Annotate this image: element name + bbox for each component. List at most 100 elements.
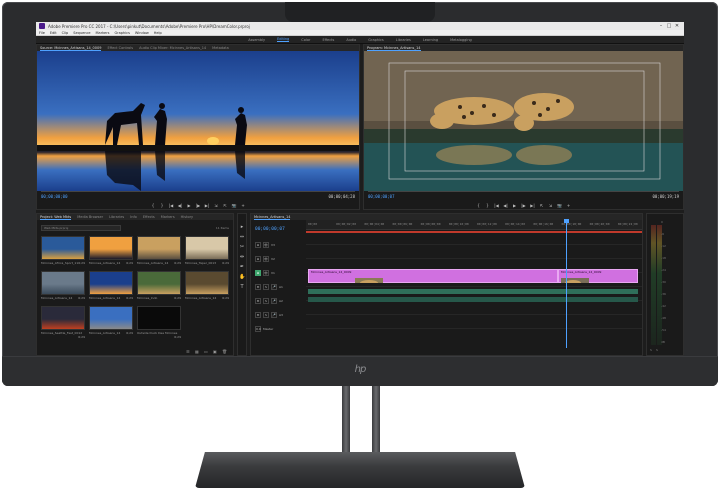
program-transport-button-4[interactable]: ▶ xyxy=(512,203,517,208)
project-clip-item[interactable]: Mcinnes_Artisans_14 6;29 xyxy=(89,306,133,338)
list-view-icon[interactable]: ☰ xyxy=(186,349,191,354)
workspace-tab-effects[interactable]: Effects xyxy=(322,38,334,42)
source-tab-3[interactable]: Metadata xyxy=(212,46,229,50)
source-transport-button-2[interactable]: |◀ xyxy=(169,203,174,208)
workspace-tab-graphics[interactable]: Graphics xyxy=(368,38,383,42)
source-transport-button-7[interactable]: ⇲ xyxy=(214,203,219,208)
project-clip-item[interactable]: Mcinnes_Artisans_14 6;29 xyxy=(89,271,133,303)
project-tab-1[interactable]: Media Browser xyxy=(77,215,103,219)
icon-view-icon[interactable]: ▦ xyxy=(195,349,200,354)
source-transport-button-0[interactable]: { xyxy=(151,203,156,208)
project-clip-item[interactable]: Mcinnes_Seattle_Fest_0012 6;29 xyxy=(41,306,85,339)
track-toggle-button[interactable]: ⊕ xyxy=(255,270,261,276)
menu-item-clip[interactable]: Clip xyxy=(62,31,69,35)
tab-timeline-sequence[interactable]: Mcinnes_Artisans_14 xyxy=(254,215,291,220)
track-lane[interactable] xyxy=(306,247,642,259)
track-toggle-button[interactable]: 0.0 xyxy=(255,326,261,332)
source-transport-button-10[interactable]: + xyxy=(241,203,246,208)
project-tab-2[interactable]: Libraries xyxy=(109,215,124,219)
project-clip-item[interactable]: Outside Duck Dee Mcinnes 6;29 xyxy=(137,306,181,339)
audio-clip-a1[interactable] xyxy=(308,289,638,294)
track-toggle-button[interactable]: ⊕ xyxy=(255,242,261,248)
project-clip-item[interactable]: Mcinnes_Taper_0013 6;29 xyxy=(185,236,229,268)
program-transport-button-8[interactable]: ⇲ xyxy=(548,203,553,208)
program-transport-button-10[interactable]: + xyxy=(566,203,571,208)
minimize-button[interactable]: – xyxy=(657,23,665,29)
close-button[interactable]: ✕ xyxy=(673,23,681,29)
source-tab-2[interactable]: Audio Clip Mixer: Mcinnes_Artisans_14 xyxy=(139,46,206,50)
selection-tool-icon[interactable]: ▸ xyxy=(239,224,245,230)
track-toggle-button[interactable]: M xyxy=(255,298,261,304)
source-transport-button-3[interactable]: ◀| xyxy=(178,203,183,208)
track-toggle-button[interactable]: 🎤 xyxy=(271,284,277,290)
project-tab-6[interactable]: History xyxy=(181,215,193,219)
track-toggle-button[interactable]: S xyxy=(263,312,269,318)
track-toggle-button[interactable]: ⊕ xyxy=(255,256,261,262)
source-video-frame[interactable] xyxy=(37,51,359,191)
project-tab-3[interactable]: Info xyxy=(130,215,137,219)
source-transport-button-8[interactable]: ⇱ xyxy=(223,203,228,208)
source-tab-1[interactable]: Effect Controls xyxy=(107,46,133,50)
menu-item-help[interactable]: Help xyxy=(154,31,162,35)
menu-item-sequence[interactable]: Sequence xyxy=(73,31,90,35)
track-toggle-button[interactable]: 🎤 xyxy=(271,298,277,304)
track-lane[interactable] xyxy=(306,317,642,329)
track-lane[interactable] xyxy=(306,303,642,315)
workspace-tab-color[interactable]: Color xyxy=(301,38,310,42)
source-transport-button-6[interactable]: ▶| xyxy=(205,203,210,208)
program-timecode-current[interactable]: 00;00;00;07 xyxy=(368,194,395,199)
time-ruler[interactable]: 00;00 00;00;02;00 00;00;04;00 00;00;06;00 00… xyxy=(306,220,642,230)
track-toggle-button[interactable]: S xyxy=(263,284,269,290)
new-bin-icon[interactable]: ▭ xyxy=(204,349,209,354)
source-transport-button-1[interactable]: } xyxy=(160,203,165,208)
project-tab-4[interactable]: Effects xyxy=(143,215,155,219)
type-tool-icon[interactable]: T xyxy=(239,284,245,290)
meter-solo-button[interactable]: S xyxy=(656,348,658,352)
timeline-timecode[interactable]: 00;00;00;07 xyxy=(255,227,285,232)
program-transport-button-5[interactable]: |▶ xyxy=(521,203,526,208)
playhead-line[interactable] xyxy=(566,220,567,348)
project-search-input[interactable]: Web Mkts.prproj xyxy=(41,225,121,231)
menu-item-graphics[interactable]: Graphics xyxy=(114,31,129,35)
program-video-frame[interactable] xyxy=(364,51,683,191)
workspace-tab-editing[interactable]: Editing xyxy=(277,37,290,42)
track-toggle-button[interactable]: 🎤 xyxy=(271,312,277,318)
track-toggle-button[interactable]: 👁 xyxy=(263,270,269,276)
project-clip-item[interactable]: Mcinnes_Artisans_14 6;29 xyxy=(137,236,181,268)
project-clip-item[interactable]: Mcinnes_Artisans_14 6;29 xyxy=(185,271,229,303)
audio-clip-a2[interactable] xyxy=(308,297,638,302)
menu-item-markers[interactable]: Markers xyxy=(96,31,110,35)
program-transport-button-7[interactable]: ⇱ xyxy=(539,203,544,208)
program-transport-button-1[interactable]: } xyxy=(485,203,490,208)
new-item-icon[interactable]: ▣ xyxy=(213,349,218,354)
track-select-icon[interactable]: ⇔ xyxy=(239,234,245,240)
maximize-button[interactable]: □ xyxy=(665,23,673,29)
workspace-tab-assembly[interactable]: Assembly xyxy=(248,38,265,42)
project-clip-item[interactable]: Mcinnes_Artisans_14 6;29 xyxy=(41,271,85,303)
program-transport-button-0[interactable]: { xyxy=(476,203,481,208)
track-toggle-button[interactable]: M xyxy=(255,284,261,290)
project-clip-item[interactable]: Mcinnes_Africa_Sport_11 6;29 xyxy=(41,236,85,268)
source-transport-button-5[interactable]: |▶ xyxy=(196,203,201,208)
source-transport-button-9[interactable]: 📷 xyxy=(232,203,237,208)
hand-tool-icon[interactable]: ✋ xyxy=(239,274,245,280)
source-tab-0[interactable]: Source: Mcinnes_Artisans_14_0009 xyxy=(40,46,102,51)
track-toggle-button[interactable]: S xyxy=(263,298,269,304)
slip-tool-icon[interactable]: ⇹ xyxy=(239,254,245,260)
trash-icon[interactable]: 🗑 xyxy=(222,349,227,354)
workspace-tab-libraries[interactable]: Libraries xyxy=(396,38,411,42)
program-transport-button-6[interactable]: ▶| xyxy=(530,203,535,208)
program-tab-0[interactable]: Program: Mcinnes_Artisans_14 xyxy=(367,46,421,51)
project-clip-item[interactable]: Mcinnes_Artisans_14 6;29 xyxy=(89,236,133,268)
menu-item-edit[interactable]: Edit xyxy=(50,31,57,35)
track-toggle-button[interactable]: 👁 xyxy=(263,256,269,262)
pen-tool-icon[interactable]: ✒ xyxy=(239,264,245,270)
track-lane[interactable] xyxy=(306,233,642,245)
razor-tool-icon[interactable]: ✂ xyxy=(239,244,245,250)
workspace-tab-audio[interactable]: Audio xyxy=(346,38,356,42)
meter-solo-button[interactable]: S xyxy=(650,348,652,352)
program-transport-button-2[interactable]: |◀ xyxy=(494,203,499,208)
workspace-tab-learning[interactable]: Learning xyxy=(423,38,438,42)
program-transport-button-3[interactable]: ◀| xyxy=(503,203,508,208)
video-clip-a[interactable]: Mcinnes_Artisans_14_0009 xyxy=(308,269,558,283)
